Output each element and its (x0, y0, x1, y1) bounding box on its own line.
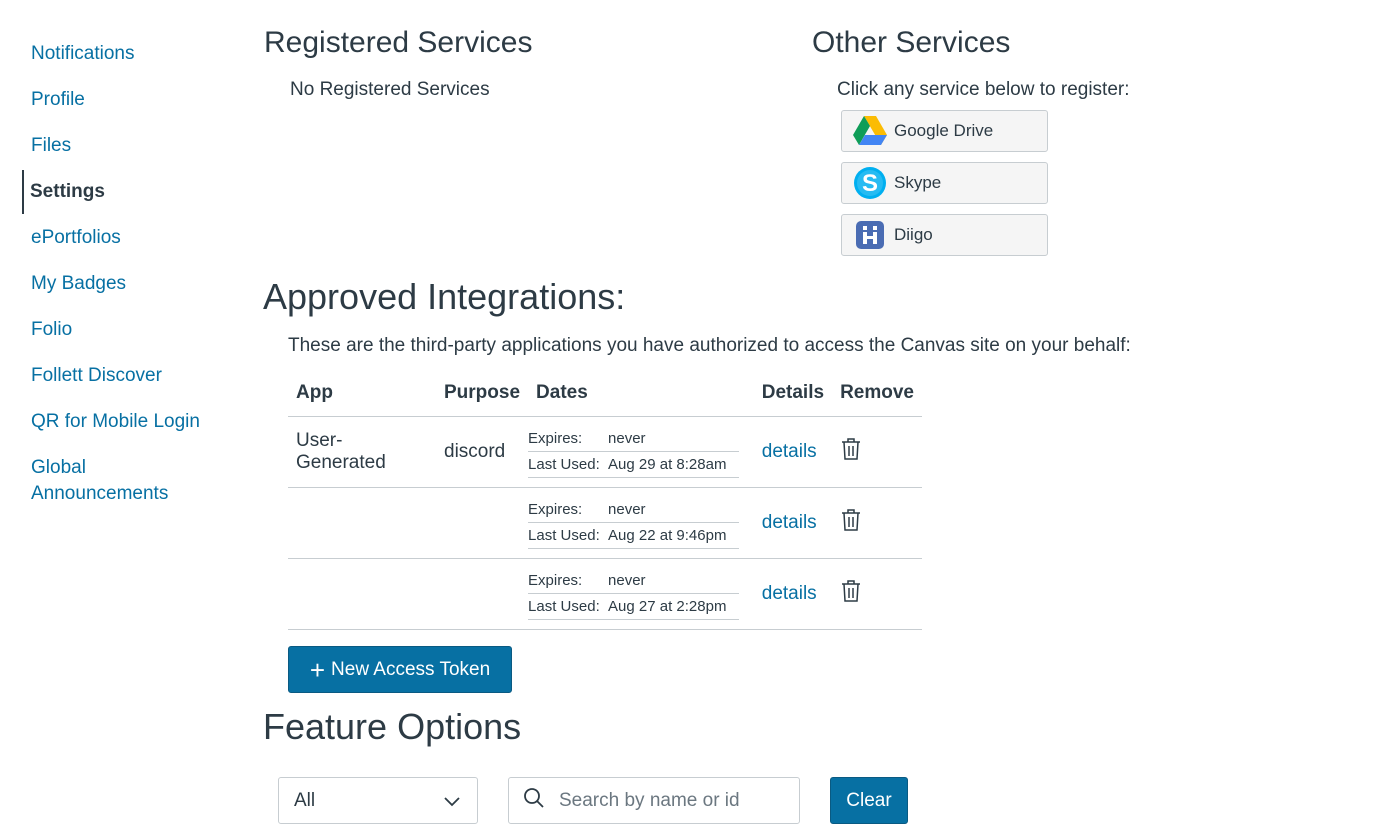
settings-sidebar: Notifications Profile Files Settings ePo… (0, 38, 240, 524)
expires-label: Expires: (528, 568, 609, 594)
skype-service-button[interactable]: S Skype (841, 162, 1048, 204)
table-row: Expires: never Last Used: Aug 22 at 9:46… (288, 487, 922, 559)
dates-cell: Expires: never Last Used: Aug 22 at 9:46… (528, 487, 754, 559)
dates-cell: Expires: never Last Used: Aug 27 at 2:28… (528, 558, 754, 630)
skype-label: Skype (894, 173, 942, 192)
register-prompt: Click any service below to register: (837, 79, 1130, 100)
feature-filter-select[interactable]: All (278, 777, 478, 824)
purpose-cell (436, 558, 529, 630)
integrations-description: These are the third-party applications y… (288, 335, 1131, 356)
registered-services-heading: Registered Services (264, 26, 533, 59)
new-access-token-button[interactable]: + New Access Token (288, 646, 512, 693)
app-cell: User-Generated (288, 416, 436, 488)
chevron-down-icon (443, 792, 461, 816)
app-cell (288, 487, 436, 559)
integrations-table: App Purpose Dates Details Remove User-Ge… (288, 372, 922, 630)
column-header-dates: Dates (528, 372, 754, 417)
sidebar-item-settings[interactable]: Settings (0, 170, 240, 214)
last-used-value: Aug 27 at 2:28pm (608, 593, 740, 620)
last-used-label: Last Used: (528, 593, 609, 620)
last-used-value: Aug 22 at 9:46pm (608, 522, 740, 549)
skype-icon: S (852, 165, 888, 201)
feature-options-heading: Feature Options (263, 706, 522, 747)
sidebar-item-qr-mobile-login[interactable]: QR for Mobile Login (0, 406, 240, 438)
google-drive-label: Google Drive (894, 121, 994, 140)
column-header-details: Details (753, 372, 833, 417)
trash-icon[interactable] (840, 437, 862, 467)
last-used-label: Last Used: (528, 451, 609, 478)
sidebar-item-follett-discover[interactable]: Follett Discover (0, 360, 240, 392)
sidebar-item-my-badges[interactable]: My Badges (0, 268, 240, 300)
new-access-token-label: New Access Token (331, 658, 491, 680)
search-icon (523, 787, 545, 814)
trash-icon[interactable] (840, 579, 862, 609)
sidebar-item-eportfolios[interactable]: ePortfolios (0, 222, 240, 254)
table-row: Expires: never Last Used: Aug 27 at 2:28… (288, 558, 922, 630)
feature-search-input[interactable] (557, 788, 791, 813)
table-header-row: App Purpose Dates Details Remove (288, 372, 922, 417)
sidebar-item-profile[interactable]: Profile (0, 84, 240, 116)
svg-text:S: S (862, 170, 878, 197)
sidebar-item-folio[interactable]: Folio (0, 314, 240, 346)
expires-value: never (608, 568, 740, 594)
expires-label: Expires: (528, 497, 609, 523)
google-drive-icon (852, 113, 888, 149)
details-link[interactable]: details (762, 441, 817, 462)
purpose-cell (436, 487, 529, 559)
app-cell (288, 558, 436, 630)
sidebar-item-files[interactable]: Files (0, 130, 240, 162)
sidebar-item-global-announcements[interactable]: Global Announcements (0, 452, 191, 510)
column-header-purpose: Purpose (436, 372, 529, 417)
sidebar-item-notifications[interactable]: Notifications (0, 38, 240, 70)
feature-search-box (508, 777, 800, 824)
google-drive-service-button[interactable]: Google Drive (841, 110, 1048, 152)
clear-button[interactable]: Clear (830, 777, 908, 824)
table-row: User-Generated discord Expires: never La… (288, 416, 922, 488)
approved-integrations-heading: Approved Integrations: (263, 276, 626, 317)
diigo-icon (852, 217, 888, 253)
last-used-label: Last Used: (528, 522, 609, 549)
trash-icon[interactable] (840, 508, 862, 538)
last-used-value: Aug 29 at 8:28am (608, 451, 740, 478)
purpose-cell: discord (436, 416, 529, 488)
expires-value: never (608, 426, 740, 452)
plus-icon: + (309, 654, 326, 685)
column-header-remove: Remove (832, 372, 922, 417)
dates-cell: Expires: never Last Used: Aug 29 at 8:28… (528, 416, 754, 488)
details-link[interactable]: details (762, 583, 817, 604)
feature-filter-value: All (294, 789, 316, 811)
expires-label: Expires: (528, 426, 609, 452)
column-header-app: App (288, 372, 436, 417)
details-link[interactable]: details (762, 512, 817, 533)
diigo-service-button[interactable]: Diigo (841, 214, 1048, 256)
diigo-label: Diigo (894, 225, 933, 244)
other-services-heading: Other Services (812, 26, 1011, 59)
no-registered-services-text: No Registered Services (290, 79, 490, 100)
expires-value: never (608, 497, 740, 523)
